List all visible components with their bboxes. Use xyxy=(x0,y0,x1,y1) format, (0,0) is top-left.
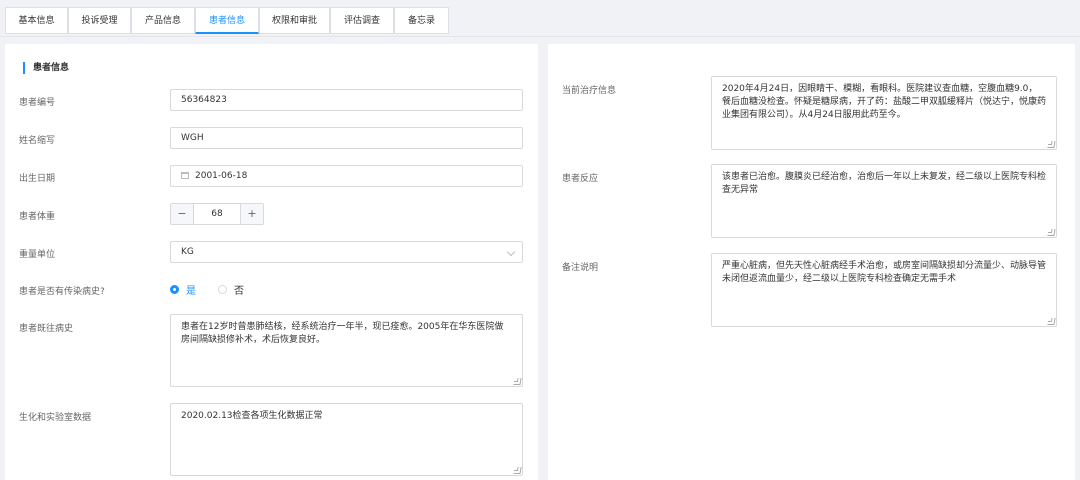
resize-handle-icon[interactable] xyxy=(513,378,522,385)
weight-unit-label: 重量单位 xyxy=(19,250,56,260)
tab-evaluation[interactable]: 评估调查 xyxy=(330,7,394,34)
initials-label: 姓名缩写 xyxy=(19,136,56,146)
treatment-label: 当前治疗信息 xyxy=(562,86,617,96)
reaction-text: 该患者已治愈。腹膜炎已经治愈，治愈后一年以上未复发，经二级以上医院专科检查无异常 xyxy=(722,172,1047,195)
weight-increment-button[interactable]: + xyxy=(240,204,263,224)
history-textarea[interactable]: 患者在12岁时曾患肺结核，经系统治疗一年半，现已痊愈。2005年在华东医院做房间… xyxy=(170,314,523,387)
remarks-textarea[interactable]: 严重心脏病，但先天性心脏病经手术治愈，或房室间隔缺损却分流量少、动脉导管未闭但返… xyxy=(711,253,1057,327)
weight-decrement-button[interactable]: − xyxy=(171,204,194,224)
treatment-text: 2020年4月24日，因眼睛干、模糊，看眼科。医院建议查血糖，空腹血糖9.0，餐… xyxy=(722,84,1047,120)
dob-picker[interactable]: 2001-06-18 xyxy=(170,165,523,187)
dob-label: 出生日期 xyxy=(19,174,56,184)
weight-unit-select[interactable]: KG xyxy=(170,241,523,263)
tab-permission[interactable]: 权限和审批 xyxy=(259,7,330,34)
infectious-yes-label: 是 xyxy=(186,286,196,297)
weight-stepper[interactable]: − 68 + xyxy=(170,203,264,225)
tab-patient[interactable]: 患者信息 xyxy=(195,7,259,34)
resize-handle-icon[interactable] xyxy=(1047,141,1056,148)
history-text: 患者在12岁时曾患肺结核，经系统治疗一年半，现已痊愈。2005年在华东医院做房间… xyxy=(181,322,504,345)
weight-value[interactable]: 68 xyxy=(194,204,240,224)
dob-value: 2001-06-18 xyxy=(195,171,248,181)
remarks-label: 备注说明 xyxy=(562,263,599,273)
infectious-no-radio[interactable]: 否 xyxy=(218,282,244,297)
patient-id-input[interactable]: 56364823 xyxy=(170,89,523,111)
section-title: 患者信息 xyxy=(23,62,69,74)
resize-handle-icon[interactable] xyxy=(1047,229,1056,236)
infectious-no-label: 否 xyxy=(234,286,244,297)
treatment-textarea[interactable]: 2020年4月24日，因眼睛干、模糊，看眼科。医院建议查血糖，空腹血糖9.0，餐… xyxy=(711,76,1057,150)
patient-info-panel: 患者信息 患者编号 56364823 姓名缩写 WGH 出生日期 2001-06… xyxy=(5,44,538,480)
tab-memo[interactable]: 备忘录 xyxy=(394,7,449,34)
tab-product[interactable]: 产品信息 xyxy=(131,7,195,34)
tab-complaint[interactable]: 投诉受理 xyxy=(68,7,131,34)
history-label: 患者既往病史 xyxy=(19,324,74,334)
weight-label: 患者体重 xyxy=(19,212,56,222)
patient-id-label: 患者编号 xyxy=(19,98,56,108)
weight-unit-value: KG xyxy=(181,247,194,257)
treatment-panel: 当前治疗信息 2020年4月24日，因眼睛干、模糊，看眼科。医院建议查血糖，空腹… xyxy=(548,44,1075,480)
remarks-text: 严重心脏病，但先天性心脏病经手术治愈，或房室间隔缺损却分流量少、动脉导管未闭但返… xyxy=(722,261,1047,284)
resize-handle-icon[interactable] xyxy=(1047,318,1056,325)
reaction-label: 患者反应 xyxy=(562,174,599,184)
initials-input[interactable]: WGH xyxy=(170,127,523,149)
resize-handle-icon[interactable] xyxy=(513,467,522,474)
infectious-yes-radio[interactable]: 是 xyxy=(170,282,196,297)
lab-data-text: 2020.02.13检查各项生化数据正常 xyxy=(181,411,323,421)
tab-basic-info[interactable]: 基本信息 xyxy=(5,7,68,34)
radio-unchecked-icon xyxy=(218,285,227,294)
chevron-down-icon xyxy=(506,247,516,257)
infectious-label: 患者是否有传染病史? xyxy=(19,287,105,297)
lab-data-textarea[interactable]: 2020.02.13检查各项生化数据正常 xyxy=(170,403,523,476)
radio-checked-icon xyxy=(170,285,179,294)
lab-data-label: 生化和实验室数据 xyxy=(19,413,92,423)
reaction-textarea[interactable]: 该患者已治愈。腹膜炎已经治愈，治愈后一年以上未复发，经二级以上医院专科检查无异常 xyxy=(711,164,1057,238)
calendar-icon xyxy=(181,172,189,179)
tab-bar: 基本信息 投诉受理 产品信息 患者信息 权限和审批 评估调查 备忘录 xyxy=(0,0,1080,37)
